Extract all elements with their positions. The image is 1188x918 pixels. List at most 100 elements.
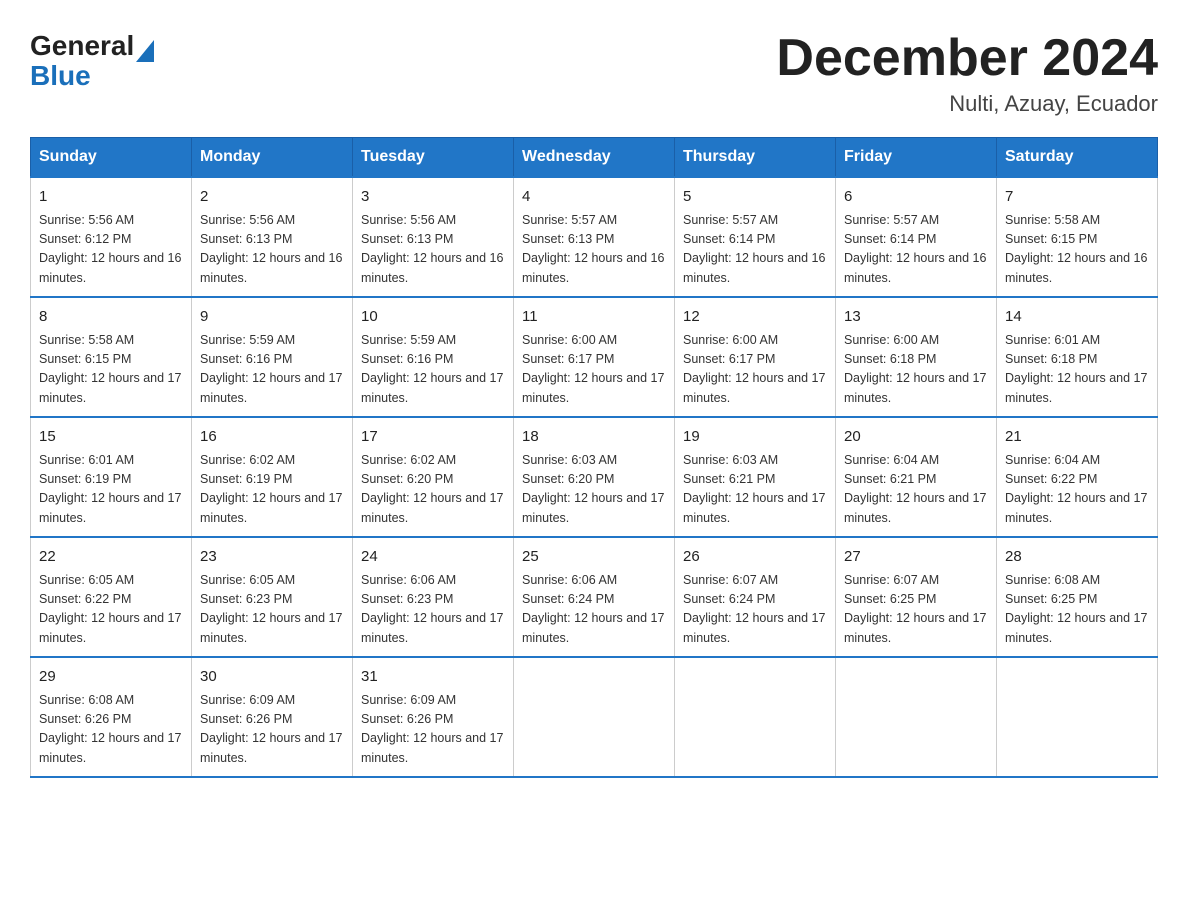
weekday-header-monday: Monday [192, 138, 353, 178]
day-number: 5 [683, 186, 827, 209]
day-info: Sunrise: 6:05 AMSunset: 6:23 PMDaylight:… [200, 573, 342, 645]
calendar-day-cell: 22 Sunrise: 6:05 AMSunset: 6:22 PMDaylig… [31, 537, 192, 657]
calendar-day-cell: 24 Sunrise: 6:06 AMSunset: 6:23 PMDaylig… [353, 537, 514, 657]
day-info: Sunrise: 6:00 AMSunset: 6:17 PMDaylight:… [522, 333, 664, 405]
day-number: 1 [39, 186, 183, 209]
day-number: 27 [844, 546, 988, 569]
calendar-week-row: 15 Sunrise: 6:01 AMSunset: 6:19 PMDaylig… [31, 417, 1158, 537]
day-info: Sunrise: 5:58 AMSunset: 6:15 PMDaylight:… [39, 333, 181, 405]
day-info: Sunrise: 6:03 AMSunset: 6:21 PMDaylight:… [683, 453, 825, 525]
day-number: 24 [361, 546, 505, 569]
calendar-day-cell: 18 Sunrise: 6:03 AMSunset: 6:20 PMDaylig… [514, 417, 675, 537]
day-info: Sunrise: 5:57 AMSunset: 6:14 PMDaylight:… [683, 213, 825, 285]
day-number: 30 [200, 666, 344, 689]
day-number: 9 [200, 306, 344, 329]
day-info: Sunrise: 6:08 AMSunset: 6:25 PMDaylight:… [1005, 573, 1147, 645]
calendar-day-cell: 6 Sunrise: 5:57 AMSunset: 6:14 PMDayligh… [836, 177, 997, 297]
calendar-day-cell: 10 Sunrise: 5:59 AMSunset: 6:16 PMDaylig… [353, 297, 514, 417]
weekday-header-thursday: Thursday [675, 138, 836, 178]
calendar-day-cell: 14 Sunrise: 6:01 AMSunset: 6:18 PMDaylig… [997, 297, 1158, 417]
weekday-header-row: SundayMondayTuesdayWednesdayThursdayFrid… [31, 138, 1158, 178]
day-number: 23 [200, 546, 344, 569]
day-number: 28 [1005, 546, 1149, 569]
day-info: Sunrise: 6:09 AMSunset: 6:26 PMDaylight:… [361, 693, 503, 765]
day-info: Sunrise: 6:03 AMSunset: 6:20 PMDaylight:… [522, 453, 664, 525]
logo-general-text: General [30, 30, 134, 62]
calendar-day-cell: 9 Sunrise: 5:59 AMSunset: 6:16 PMDayligh… [192, 297, 353, 417]
day-info: Sunrise: 5:59 AMSunset: 6:16 PMDaylight:… [200, 333, 342, 405]
calendar-day-cell: 26 Sunrise: 6:07 AMSunset: 6:24 PMDaylig… [675, 537, 836, 657]
calendar-day-cell: 3 Sunrise: 5:56 AMSunset: 6:13 PMDayligh… [353, 177, 514, 297]
weekday-header-sunday: Sunday [31, 138, 192, 178]
day-number: 31 [361, 666, 505, 689]
day-info: Sunrise: 6:01 AMSunset: 6:18 PMDaylight:… [1005, 333, 1147, 405]
day-info: Sunrise: 6:07 AMSunset: 6:24 PMDaylight:… [683, 573, 825, 645]
day-info: Sunrise: 6:00 AMSunset: 6:18 PMDaylight:… [844, 333, 986, 405]
day-number: 18 [522, 426, 666, 449]
day-info: Sunrise: 5:56 AMSunset: 6:12 PMDaylight:… [39, 213, 181, 285]
day-number: 10 [361, 306, 505, 329]
day-number: 6 [844, 186, 988, 209]
day-info: Sunrise: 6:09 AMSunset: 6:26 PMDaylight:… [200, 693, 342, 765]
logo-arrow-icon [136, 40, 154, 62]
calendar-day-cell: 5 Sunrise: 5:57 AMSunset: 6:14 PMDayligh… [675, 177, 836, 297]
day-number: 21 [1005, 426, 1149, 449]
day-info: Sunrise: 5:56 AMSunset: 6:13 PMDaylight:… [361, 213, 503, 285]
day-info: Sunrise: 6:07 AMSunset: 6:25 PMDaylight:… [844, 573, 986, 645]
day-info: Sunrise: 6:05 AMSunset: 6:22 PMDaylight:… [39, 573, 181, 645]
day-number: 25 [522, 546, 666, 569]
day-info: Sunrise: 6:06 AMSunset: 6:23 PMDaylight:… [361, 573, 503, 645]
calendar-week-row: 22 Sunrise: 6:05 AMSunset: 6:22 PMDaylig… [31, 537, 1158, 657]
day-number: 15 [39, 426, 183, 449]
calendar-day-cell [514, 657, 675, 777]
day-info: Sunrise: 5:57 AMSunset: 6:13 PMDaylight:… [522, 213, 664, 285]
calendar-day-cell: 15 Sunrise: 6:01 AMSunset: 6:19 PMDaylig… [31, 417, 192, 537]
calendar-day-cell: 23 Sunrise: 6:05 AMSunset: 6:23 PMDaylig… [192, 537, 353, 657]
day-info: Sunrise: 6:00 AMSunset: 6:17 PMDaylight:… [683, 333, 825, 405]
calendar-day-cell: 12 Sunrise: 6:00 AMSunset: 6:17 PMDaylig… [675, 297, 836, 417]
day-number: 19 [683, 426, 827, 449]
day-number: 12 [683, 306, 827, 329]
weekday-header-tuesday: Tuesday [353, 138, 514, 178]
weekday-header-wednesday: Wednesday [514, 138, 675, 178]
day-number: 22 [39, 546, 183, 569]
month-year-title: December 2024 [776, 30, 1158, 87]
day-info: Sunrise: 5:59 AMSunset: 6:16 PMDaylight:… [361, 333, 503, 405]
calendar-day-cell: 2 Sunrise: 5:56 AMSunset: 6:13 PMDayligh… [192, 177, 353, 297]
calendar-day-cell: 30 Sunrise: 6:09 AMSunset: 6:26 PMDaylig… [192, 657, 353, 777]
day-info: Sunrise: 6:01 AMSunset: 6:19 PMDaylight:… [39, 453, 181, 525]
calendar-day-cell: 7 Sunrise: 5:58 AMSunset: 6:15 PMDayligh… [997, 177, 1158, 297]
calendar-day-cell: 19 Sunrise: 6:03 AMSunset: 6:21 PMDaylig… [675, 417, 836, 537]
day-info: Sunrise: 6:08 AMSunset: 6:26 PMDaylight:… [39, 693, 181, 765]
day-number: 20 [844, 426, 988, 449]
calendar-day-cell [836, 657, 997, 777]
logo: General Blue [30, 30, 154, 90]
day-number: 13 [844, 306, 988, 329]
day-number: 29 [39, 666, 183, 689]
calendar-day-cell: 28 Sunrise: 6:08 AMSunset: 6:25 PMDaylig… [997, 537, 1158, 657]
calendar-day-cell: 17 Sunrise: 6:02 AMSunset: 6:20 PMDaylig… [353, 417, 514, 537]
day-number: 17 [361, 426, 505, 449]
calendar-week-row: 29 Sunrise: 6:08 AMSunset: 6:26 PMDaylig… [31, 657, 1158, 777]
calendar-day-cell: 21 Sunrise: 6:04 AMSunset: 6:22 PMDaylig… [997, 417, 1158, 537]
day-info: Sunrise: 6:02 AMSunset: 6:19 PMDaylight:… [200, 453, 342, 525]
calendar-day-cell: 27 Sunrise: 6:07 AMSunset: 6:25 PMDaylig… [836, 537, 997, 657]
calendar-day-cell: 11 Sunrise: 6:00 AMSunset: 6:17 PMDaylig… [514, 297, 675, 417]
title-section: December 2024 Nulti, Azuay, Ecuador [776, 30, 1158, 117]
calendar-day-cell: 31 Sunrise: 6:09 AMSunset: 6:26 PMDaylig… [353, 657, 514, 777]
page-header: General Blue December 2024 Nulti, Azuay,… [30, 30, 1158, 117]
day-number: 16 [200, 426, 344, 449]
calendar-week-row: 1 Sunrise: 5:56 AMSunset: 6:12 PMDayligh… [31, 177, 1158, 297]
location-subtitle: Nulti, Azuay, Ecuador [776, 91, 1158, 117]
day-number: 8 [39, 306, 183, 329]
day-number: 11 [522, 306, 666, 329]
calendar-table: SundayMondayTuesdayWednesdayThursdayFrid… [30, 137, 1158, 778]
day-info: Sunrise: 6:06 AMSunset: 6:24 PMDaylight:… [522, 573, 664, 645]
calendar-day-cell: 16 Sunrise: 6:02 AMSunset: 6:19 PMDaylig… [192, 417, 353, 537]
weekday-header-saturday: Saturday [997, 138, 1158, 178]
calendar-day-cell: 1 Sunrise: 5:56 AMSunset: 6:12 PMDayligh… [31, 177, 192, 297]
day-number: 7 [1005, 186, 1149, 209]
day-info: Sunrise: 6:04 AMSunset: 6:22 PMDaylight:… [1005, 453, 1147, 525]
day-info: Sunrise: 6:04 AMSunset: 6:21 PMDaylight:… [844, 453, 986, 525]
day-info: Sunrise: 6:02 AMSunset: 6:20 PMDaylight:… [361, 453, 503, 525]
